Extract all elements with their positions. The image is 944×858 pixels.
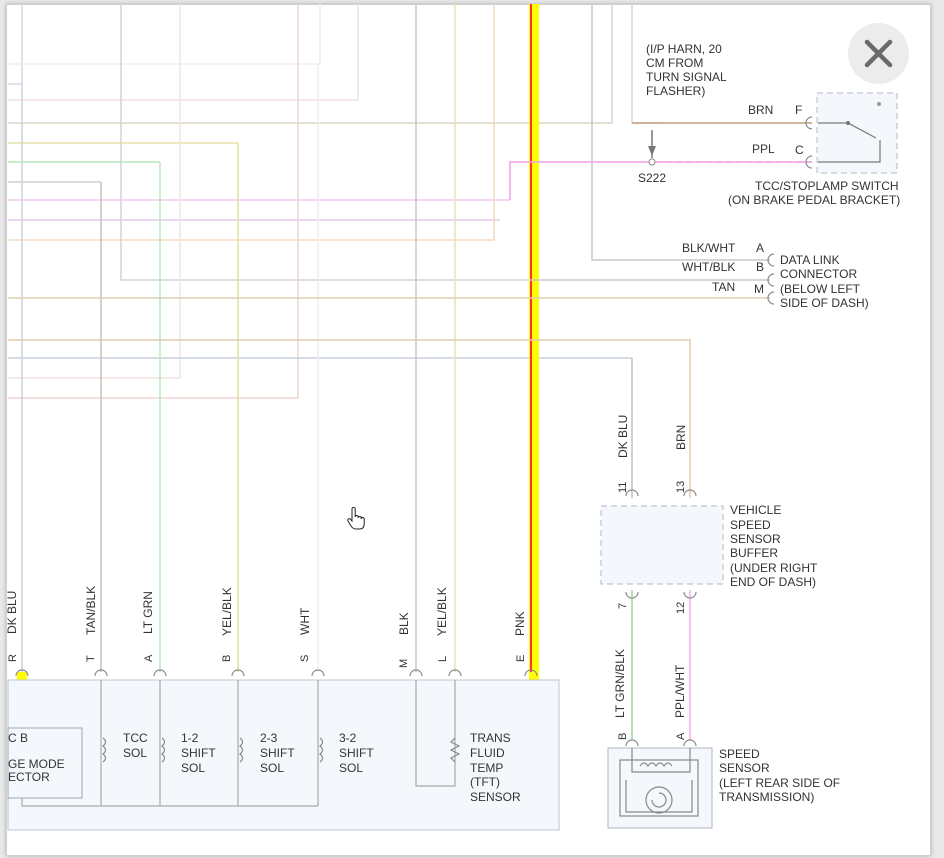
component-name: SENSOR xyxy=(470,790,521,804)
component-name: SHIFT xyxy=(181,746,216,760)
wire-color-label: PPL/WHT xyxy=(673,664,687,718)
pin-label: C xyxy=(795,143,804,157)
pin-label: A xyxy=(143,654,155,662)
component-name: GE MODE xyxy=(8,757,65,771)
wire-color-label: DK BLU xyxy=(616,415,630,458)
transmission-wire-labels: DK BLU TAN/BLK LT GRN YEL/BLK WHT BLK YE… xyxy=(5,586,527,668)
close-icon xyxy=(864,39,893,68)
vss-buffer-box xyxy=(600,505,724,585)
wire-wht-blk xyxy=(120,4,530,281)
wire-color-label: BRN xyxy=(748,103,773,117)
wire-orange-faint xyxy=(8,4,495,241)
wire-wht-faint xyxy=(8,4,321,65)
component-name: VEHICLE xyxy=(730,503,781,517)
pin-label: M xyxy=(398,659,410,668)
pin-label: S xyxy=(299,655,311,662)
component-name: SIDE OF DASH) xyxy=(780,296,869,310)
component-name: 2-3 xyxy=(260,731,278,745)
pin-label: B xyxy=(221,655,233,662)
close-button[interactable] xyxy=(848,23,909,84)
range-pin-label: C xyxy=(8,731,17,745)
wire-color-label: DK BLU xyxy=(5,591,19,634)
component-name: TCC/STOPLAMP SWITCH xyxy=(755,179,899,193)
component-name: FLUID xyxy=(470,746,505,760)
wire-color-label: YEL/BLK xyxy=(435,587,449,636)
wire-color-label: LT GRN xyxy=(141,591,155,634)
splice-note-line: CM FROM xyxy=(646,56,703,70)
component-name: SHIFT xyxy=(339,746,374,760)
pin-label: 7 xyxy=(617,603,629,609)
pin-label: L xyxy=(437,656,449,662)
component-name: BUFFER xyxy=(730,546,778,560)
component-name: TCC xyxy=(123,731,148,745)
hand-pointer-icon xyxy=(347,507,365,530)
wire-faint-3 xyxy=(8,4,181,379)
pin-label: 12 xyxy=(675,602,687,614)
component-name: (UNDER RIGHT xyxy=(730,561,818,575)
speed-sensor-labels: SPEED SENSOR (LEFT REAR SIDE OF TRANSMIS… xyxy=(719,747,840,804)
wire-color-label: WHT xyxy=(298,607,312,635)
component-name: CONNECTOR xyxy=(780,267,857,281)
wire-color-label: WHT/BLK xyxy=(682,260,735,274)
component-name: SOL xyxy=(181,761,205,775)
wire-color-label: PPL xyxy=(752,142,775,156)
component-name: SOL xyxy=(123,746,147,760)
component-name: SHIFT xyxy=(260,746,295,760)
component-name: ECTOR xyxy=(8,770,50,784)
splice-note-line: (I/P HARN, 20 xyxy=(646,42,722,56)
wire-color-label: TAN/BLK xyxy=(84,586,98,635)
wire-faint-2 xyxy=(8,4,359,101)
component-name: END OF DASH) xyxy=(730,575,816,589)
wire-faint-4 xyxy=(8,4,299,399)
component-name: 3-2 xyxy=(339,731,357,745)
splice-id: S222 xyxy=(638,171,666,185)
component-name: SOL xyxy=(339,761,363,775)
pin-label: A xyxy=(675,732,687,740)
dlc-labels: BLK/WHT A WHT/BLK B TAN M DATA LINK CONN… xyxy=(682,241,869,310)
component-name: TEMP xyxy=(470,761,503,775)
component-name: (LEFT REAR SIDE OF xyxy=(719,776,840,790)
wire-color-label: LT GRN/BLK xyxy=(613,649,627,718)
splice-s222 xyxy=(648,158,656,166)
wire-color-label: YEL/BLK xyxy=(220,587,234,636)
component-name: SPEED xyxy=(719,747,760,761)
splice-note-line: TURN SIGNAL xyxy=(646,70,727,84)
splice-note-line: FLASHER) xyxy=(646,84,705,98)
range-pin-label: B xyxy=(20,731,28,745)
tcc-switch-box xyxy=(816,92,898,174)
pin-label: A xyxy=(756,241,764,255)
pin-label: 11 xyxy=(617,482,629,493)
pin-label: R xyxy=(7,654,19,662)
component-name: (ON BRAKE PEDAL BRACKET) xyxy=(728,193,900,207)
pin-label: 13 xyxy=(675,481,687,493)
wire-color-label: BLK/WHT xyxy=(682,241,736,255)
transmission-wires xyxy=(21,4,456,672)
wire-dkblu xyxy=(8,4,23,85)
pin-label: B xyxy=(756,260,764,274)
pin-label: F xyxy=(795,103,802,117)
pin-label: B xyxy=(617,733,629,740)
wiring-diagram: (I/P HARN, 20 CM FROM TURN SIGNAL FLASHE… xyxy=(5,4,900,831)
component-name: DATA LINK xyxy=(780,253,840,267)
wire-color-label: BRN xyxy=(674,425,688,450)
pin-label: T xyxy=(85,655,97,662)
pin-label: M xyxy=(754,282,764,296)
component-name: TRANSMISSION) xyxy=(719,790,814,804)
wire-color-label: PNK xyxy=(513,611,527,636)
splice-arrowhead xyxy=(648,146,656,156)
wire-color-label: TAN xyxy=(712,280,735,294)
component-name: (BELOW LEFT xyxy=(780,282,861,296)
component-name: (TFT) xyxy=(470,775,500,789)
component-name: SOL xyxy=(260,761,284,775)
wire-brn-buffer xyxy=(8,339,691,498)
pin-label: E xyxy=(515,655,527,662)
component-name: SPEED xyxy=(730,518,771,532)
component-name: SENSOR xyxy=(730,532,781,546)
component-name: 1-2 xyxy=(181,731,199,745)
connector-pins xyxy=(15,116,813,747)
component-name: TRANS xyxy=(470,731,511,745)
wire-color-label: BLK xyxy=(397,612,411,635)
diagram-viewer: (I/P HARN, 20 CM FROM TURN SIGNAL FLASHE… xyxy=(0,0,944,858)
component-name: SENSOR xyxy=(719,761,770,775)
